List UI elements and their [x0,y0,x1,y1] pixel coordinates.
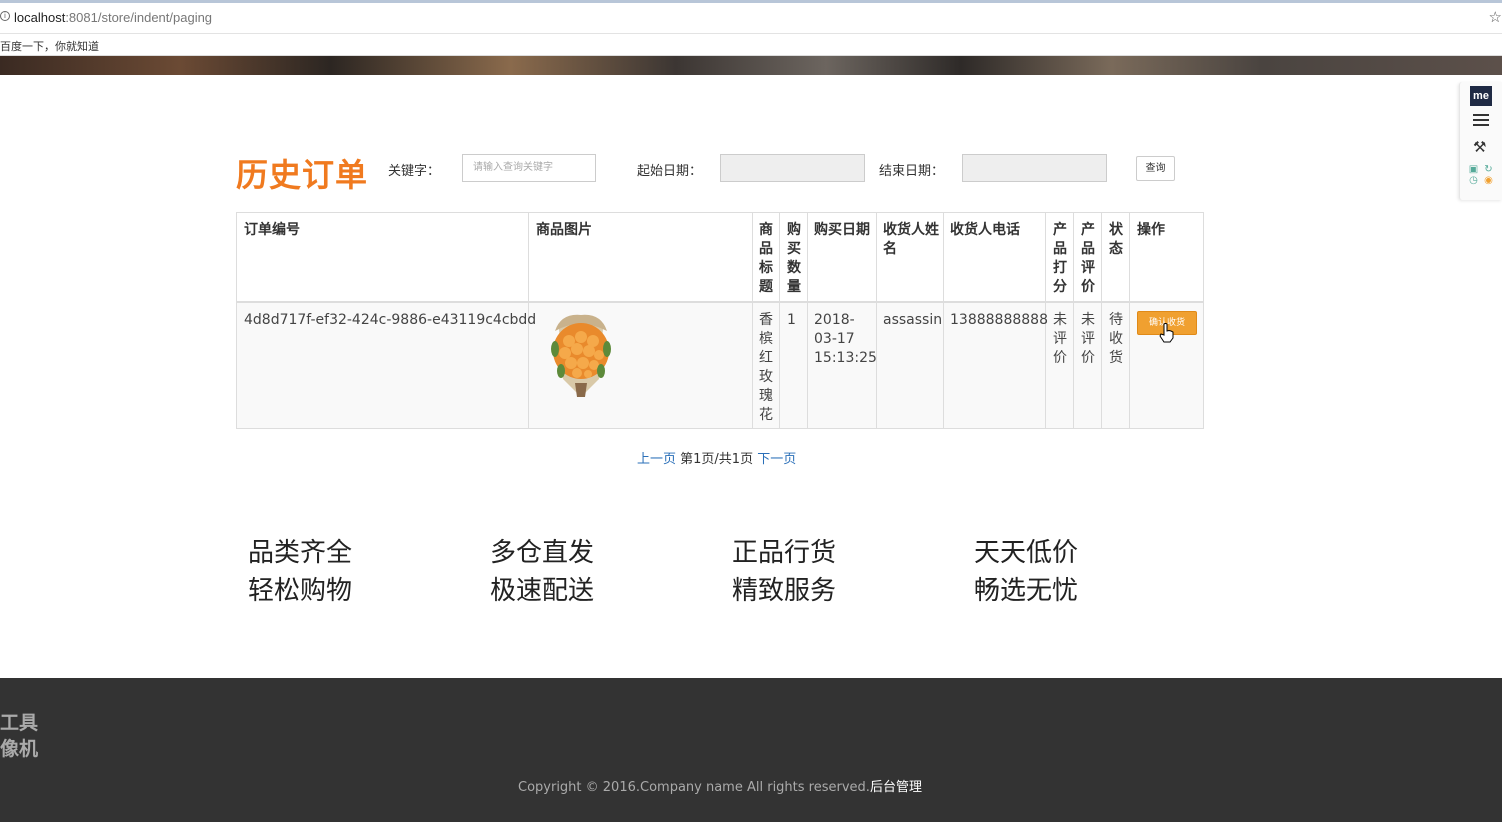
th-qty: 购买数量 [787,222,801,295]
copyright: Copyright © 2016.Company name All rights… [518,776,922,795]
pagination: 上一页 第1页/共1页 下一页 [637,448,796,467]
th-image: 商品图片 [536,222,592,238]
cell-order-no: 4d8d717f-ef32-424c-9886-e43119c4cbdd [244,312,537,328]
cell-title: 香槟红玫瑰花 [759,312,773,423]
cell-name: assassin [883,312,943,328]
feature-3-line1: 正品行货 [732,538,837,568]
footer-side-line2: 像机 [0,738,39,760]
start-date-input[interactable] [720,154,865,182]
cell-phone: 13888888888 [950,312,1048,328]
address-bar[interactable]: i localhost:8081/store/indent/paging ☆ [0,0,1502,34]
th-phone: 收货人电话 [950,222,1020,238]
end-date-label: 结束日期： [879,164,945,179]
eye-icon[interactable]: ◉ [1481,175,1496,186]
th-review: 产品评价 [1081,222,1095,295]
url-text[interactable]: localhost:8081/store/indent/paging [14,10,212,25]
refresh-icon[interactable]: ↻ [1481,164,1496,175]
end-date-input[interactable] [962,154,1107,182]
cell-status: 待收货 [1109,312,1123,366]
copyright-text: Copyright © 2016.Company name All rights… [518,780,870,795]
page-info: 第1页/共1页 [680,452,754,467]
cell-review: 未评价 [1081,312,1095,366]
url-host: localhost [14,10,66,25]
footer: 工具 像机 Copyright © 2016.Company name All … [0,678,1502,822]
next-page-link[interactable]: 下一页 [757,452,796,467]
feature-3-line2: 精致服务 [732,576,837,606]
screenshot-icon[interactable]: ▣ [1466,164,1481,175]
admin-link[interactable]: 后台管理 [870,780,922,795]
th-action: 操作 [1137,222,1165,238]
th-title: 商品标题 [759,222,773,295]
footer-side-text: 工具 像机 [0,710,38,762]
feature-1: 品类齐全 轻松购物 [248,534,352,610]
feature-2: 多仓直发 极速配送 [490,534,594,610]
feature-1-line1: 品类齐全 [248,538,353,568]
cell-qty: 1 [787,312,796,328]
feature-3: 正品行货 精致服务 [732,534,836,610]
keyword-input[interactable]: 请输入查询关键字 [462,154,596,182]
info-icon[interactable]: i [0,11,10,21]
query-button[interactable]: 查询 [1136,156,1175,181]
keyword-label: 关键字： [388,164,441,179]
footer-side-line1: 工具 [0,712,39,734]
feature-1-line2: 轻松购物 [248,576,353,606]
th-score: 产品打分 [1053,222,1067,295]
side-toolbar: me ⚒ ▣ ↻◷ ◉ [1459,82,1502,200]
th-name: 收货人姓名 [883,222,939,257]
tab-strip-edge [0,0,1502,3]
mini-icons: ▣ ↻◷ ◉ [1466,164,1500,186]
product-image[interactable] [541,309,621,399]
bookmark-star-icon[interactable]: ☆ [1489,8,1502,26]
feature-4-line2: 畅选无忧 [974,576,1079,606]
tools-icon[interactable]: ⚒ [1473,138,1486,156]
th-order-no: 订单编号 [244,222,300,238]
url-path: :8081/store/indent/paging [65,10,213,25]
me-icon[interactable]: me [1470,86,1492,106]
feature-4-line1: 天天低价 [974,538,1079,568]
header-banner-image [0,56,1502,75]
feature-2-line1: 多仓直发 [490,538,595,568]
th-status: 状态 [1109,222,1123,257]
menu-icon[interactable] [1473,114,1489,126]
th-date: 购买日期 [814,222,870,238]
feature-4: 天天低价 畅选无忧 [974,534,1078,610]
bookmarks-bar: 百度一下，你就知道 [0,34,1502,56]
start-date-label: 起始日期： [637,164,703,179]
cell-date: 2018-03-17 15:13:25 [814,312,877,366]
orders-table: 订单编号 商品图片 商品标题 购买数量 购买日期 收货人姓名 收货人电话 产品打… [236,212,1204,429]
feature-2-line2: 极速配送 [490,576,595,606]
hand-cursor-icon [1159,323,1174,343]
bookmark-baidu[interactable]: 百度一下，你就知道 [0,38,99,54]
page-title: 历史订单 [236,156,369,194]
clock-icon[interactable]: ◷ [1466,175,1481,186]
cell-score: 未评价 [1053,312,1067,366]
prev-page-link[interactable]: 上一页 [637,452,676,467]
